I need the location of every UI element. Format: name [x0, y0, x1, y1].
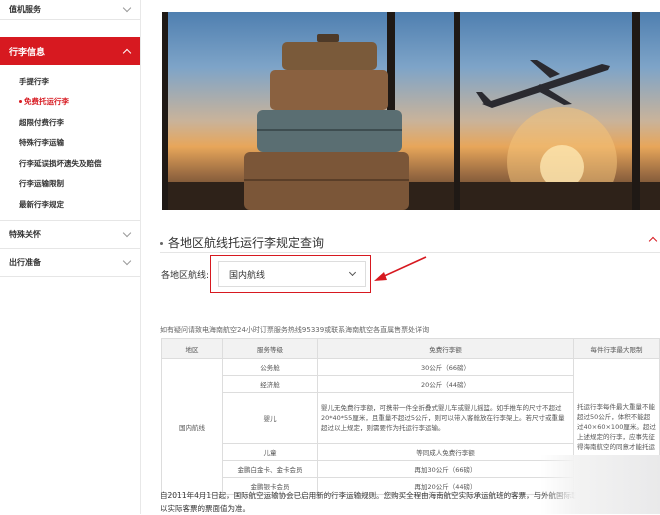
query-section-title: 各地区航线托运行李规定查询: [160, 234, 324, 251]
sidebar-submenu: 手提行李 免费托运行李 超限付费行李 特殊行李运输 行李延误损坏遗失及赔偿 行李…: [0, 65, 140, 215]
region-cell: 国内航线: [161, 358, 223, 495]
chevron-down-icon: [348, 268, 357, 277]
sidebar-item-label: 出行准备: [9, 257, 41, 267]
sidebar-item-label: 行李信息: [9, 47, 46, 58]
table-header: 服务等级: [222, 338, 318, 359]
sidebar-item-label: 特殊关怀: [9, 229, 41, 239]
allowance-cell: 30公斤（66磅）: [317, 358, 574, 376]
allowance-cell: 婴儿无免费行李额，可携带一件全折叠式婴儿车或婴儿摇篮。如手推车的尺寸不超过20*…: [317, 392, 574, 444]
class-cell: 婴儿: [222, 392, 318, 444]
sidebar-subitem-free-checked[interactable]: 免费托运行李: [0, 92, 140, 113]
route-select-value: 国内航线: [229, 270, 266, 281]
chevron-up-icon: [122, 48, 132, 57]
sidebar-item-baggage-info[interactable]: 行李信息: [0, 37, 140, 65]
divider: [160, 252, 660, 253]
sidebar-item-label: 值机服务: [9, 5, 41, 14]
sidebar-item-travel-prep[interactable]: 出行准备: [0, 247, 140, 277]
hero-banner-image: [162, 12, 660, 210]
table-header: 免费行李额: [317, 338, 574, 359]
route-label: 各地区航线:: [161, 271, 210, 281]
class-cell: 经济舱: [222, 375, 318, 393]
sidebar-subitem-excess[interactable]: 超限付费行李: [0, 112, 140, 133]
class-cell: 金鹏白金卡、金卡会员: [222, 460, 318, 478]
sidebar-subitem-carry-on[interactable]: 手提行李: [0, 71, 140, 92]
pointer-arrow-icon: [374, 256, 427, 281]
allowance-cell: 等同成人免费行李额: [317, 443, 574, 461]
collapse-chevron-icon[interactable]: [648, 236, 658, 246]
chevron-down-icon: [122, 3, 132, 13]
class-cell: 儿童: [222, 443, 318, 461]
table-row: 国内航线 公务舱 30公斤（66磅） 托运行李每件最大重量不能超过50公斤，体积…: [161, 358, 660, 495]
table-header-row: 地区 服务等级 免费行李额 每件行李最大限制: [161, 338, 660, 359]
route-select[interactable]: 国内航线: [218, 261, 366, 287]
sidebar-subitem-delay-damage[interactable]: 行李延误损坏遗失及赔偿: [0, 153, 140, 174]
bullet-icon: [160, 242, 163, 245]
bullet-icon: [19, 100, 22, 104]
sidebar-subitem-latest[interactable]: 最新行李规定: [0, 194, 140, 215]
table-header: 每件行李最大限制: [573, 338, 660, 359]
allowance-cell: 再加30公斤（66磅）: [317, 460, 574, 478]
class-cell: 公务舱: [222, 358, 318, 376]
chevron-down-icon: [122, 228, 132, 237]
sidebar-subitem-restrictions[interactable]: 行李运输限制: [0, 174, 140, 195]
allowance-cell: 20公斤（44磅）: [317, 375, 574, 393]
sidebar-subitem-special[interactable]: 特殊行李运输: [0, 133, 140, 154]
blurred-overlay: [540, 455, 660, 514]
chevron-down-icon: [122, 256, 132, 265]
table-header: 地区: [161, 338, 223, 359]
sidebar-item-checkin[interactable]: 值机服务: [0, 0, 140, 20]
sidebar: 值机服务 行李信息 手提行李 免费托运行李 超限付费行李 特殊行李运输 行李延误…: [0, 0, 141, 514]
sidebar-item-special-care[interactable]: 特殊关怀: [0, 219, 140, 248]
contact-note: 如有疑问请致电海南航空24小时订票服务热线95339或联系海南航空各直属售票处详…: [160, 326, 430, 334]
